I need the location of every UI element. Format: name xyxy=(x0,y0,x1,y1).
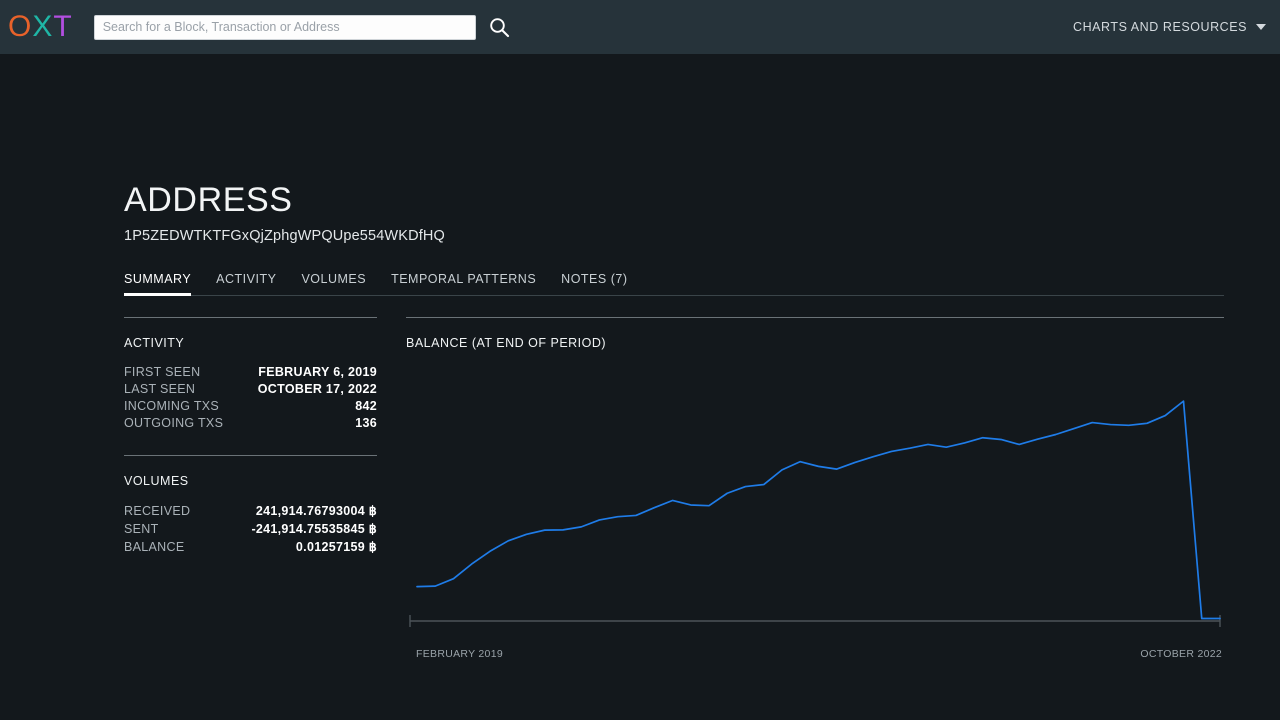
chart-axis xyxy=(410,615,1220,627)
volumes-panel: VOLUMES RECEIVED 241,914.76793004 ฿ SENT… xyxy=(124,455,377,554)
row-value: OCTOBER 17, 2022 xyxy=(258,382,377,396)
row-value: 842 xyxy=(355,399,377,413)
app-header: OXT CHARTS AND RESOURCES xyxy=(0,0,1280,54)
search-button[interactable] xyxy=(486,14,512,40)
logo-letter-t: T xyxy=(53,12,72,42)
tab-bar: SUMMARY ACTIVITY VOLUMES TEMPORAL PATTER… xyxy=(124,270,1224,296)
volumes-rows: RECEIVED 241,914.76793004 ฿ SENT -241,91… xyxy=(124,503,377,554)
row-received: RECEIVED 241,914.76793004 ฿ xyxy=(124,503,377,518)
axis-tick-end: OCTOBER 2022 xyxy=(1140,648,1222,660)
tab-notes[interactable]: NOTES (7) xyxy=(561,272,627,296)
row-first-seen: FIRST SEEN FEBRUARY 6, 2019 xyxy=(124,365,377,379)
activity-panel: ACTIVITY FIRST SEEN FEBRUARY 6, 2019 LAS… xyxy=(124,317,377,430)
balance-chart[interactable] xyxy=(406,356,1224,646)
row-last-seen: LAST SEEN OCTOBER 17, 2022 xyxy=(124,382,377,396)
balance-chart-svg xyxy=(406,356,1224,646)
title-block: ADDRESS 1P5ZEDWTKTFGxQjZphgWPQUpe554WKDf… xyxy=(124,178,445,244)
logo-letter-x: X xyxy=(32,12,53,42)
row-balance: BALANCE 0.01257159 ฿ xyxy=(124,539,377,554)
row-outgoing-txs: OUTGOING TXS 136 xyxy=(124,416,377,430)
row-label: BALANCE xyxy=(124,540,184,554)
row-value: -241,914.75535845 ฿ xyxy=(251,521,377,536)
page-body: ADDRESS 1P5ZEDWTKTFGxQjZphgWPQUpe554WKDf… xyxy=(0,54,1280,720)
row-label: LAST SEEN xyxy=(124,382,195,396)
row-value: 136 xyxy=(355,416,377,430)
chart-title: BALANCE (AT END OF PERIOD) xyxy=(406,336,1224,350)
row-label: OUTGOING TXS xyxy=(124,416,223,430)
chart-divider xyxy=(406,317,1224,318)
activity-panel-title: ACTIVITY xyxy=(124,336,377,350)
row-label: INCOMING TXS xyxy=(124,399,219,413)
chart-axis-labels: FEBRUARY 2019 OCTOBER 2022 xyxy=(406,648,1224,664)
charts-and-resources-menu[interactable]: CHARTS AND RESOURCES xyxy=(1073,0,1266,54)
volumes-divider xyxy=(124,455,377,456)
balance-chart-panel: BALANCE (AT END OF PERIOD) FEBRUARY 2019… xyxy=(406,317,1224,664)
tab-activity[interactable]: ACTIVITY xyxy=(216,272,276,296)
chart-line-series xyxy=(417,401,1220,618)
row-label: SENT xyxy=(124,522,159,536)
row-value: FEBRUARY 6, 2019 xyxy=(258,365,377,379)
search-input[interactable] xyxy=(94,15,476,40)
row-label: FIRST SEEN xyxy=(124,365,200,379)
address-value[interactable]: 1P5ZEDWTKTFGxQjZphgWPQUpe554WKDfHQ xyxy=(124,228,445,244)
search-area xyxy=(94,14,512,40)
chevron-down-icon xyxy=(1256,24,1266,30)
row-incoming-txs: INCOMING TXS 842 xyxy=(124,399,377,413)
activity-divider xyxy=(124,317,377,318)
activity-rows: FIRST SEEN FEBRUARY 6, 2019 LAST SEEN OC… xyxy=(124,365,377,430)
page-title: ADDRESS xyxy=(124,178,445,222)
row-sent: SENT -241,914.75535845 ฿ xyxy=(124,521,377,536)
search-icon xyxy=(488,16,510,38)
axis-tick-start: FEBRUARY 2019 xyxy=(416,648,503,660)
volumes-panel-title: VOLUMES xyxy=(124,474,377,488)
summary-left-column: ACTIVITY FIRST SEEN FEBRUARY 6, 2019 LAS… xyxy=(124,317,377,554)
tab-temporal-patterns[interactable]: TEMPORAL PATTERNS xyxy=(391,272,536,296)
row-value: 241,914.76793004 ฿ xyxy=(256,503,377,518)
row-label: RECEIVED xyxy=(124,504,190,518)
oxt-logo[interactable]: OXT xyxy=(8,12,73,42)
row-value: 0.01257159 ฿ xyxy=(296,539,377,554)
tab-volumes[interactable]: VOLUMES xyxy=(301,272,366,296)
tab-summary[interactable]: SUMMARY xyxy=(124,272,191,296)
charts-and-resources-label: CHARTS AND RESOURCES xyxy=(1073,20,1247,34)
logo-letter-o: O xyxy=(8,12,32,42)
